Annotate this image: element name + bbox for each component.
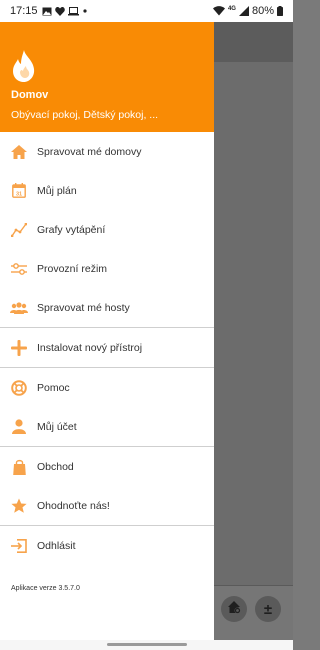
menu-item-label: Pomoc <box>37 381 70 394</box>
navigation-bar <box>0 640 293 650</box>
menu-item-label: Spravovat mé hosty <box>37 301 130 314</box>
flame-logo-icon <box>11 50 37 87</box>
app-version: Aplikace verze 3.5.7.0 <box>11 585 80 592</box>
network-type: 4G <box>227 5 236 12</box>
plus-icon <box>10 339 28 357</box>
drawer-header: Domov Obývací pokoj, Dětský pokoj, ... <box>0 22 214 132</box>
navigation-drawer: Domov Obývací pokoj, Dětský pokoj, ... S… <box>0 22 214 640</box>
menu-item-label: Ohodnoťte nás! <box>37 499 110 512</box>
signal-icon <box>238 6 249 16</box>
background-app-footer: ± <box>214 585 293 640</box>
menu-item-label: Můj účet <box>37 420 77 433</box>
menu-item-label: Odhlásit <box>37 539 76 552</box>
menu-item-label: Obchod <box>37 460 74 473</box>
home-settings-button[interactable] <box>221 596 247 622</box>
menu-item-my-account[interactable]: Můj účet <box>0 407 214 446</box>
menu-item-manage-homes[interactable]: Spravovat mé domovy <box>0 132 214 171</box>
battery-icon <box>277 6 283 16</box>
guests-icon <box>10 299 28 317</box>
house-gear-icon <box>226 599 242 619</box>
home-gesture-pill[interactable] <box>107 643 187 646</box>
menu-item-help[interactable]: Pomoc <box>0 368 214 407</box>
menu-item-heating-charts[interactable]: Grafy vytápění <box>0 210 214 249</box>
home-name: Domov <box>11 89 49 101</box>
plus-minus-button[interactable]: ± <box>255 596 281 622</box>
menu-item-label: Můj plán <box>37 184 77 197</box>
menu-item-label: Instalovat nový přístroj <box>37 341 143 354</box>
background-app[interactable]: ± <box>214 22 293 640</box>
status-time: 17:15 <box>10 5 38 17</box>
battery-percent: 80% <box>251 5 274 17</box>
menu-item-rate-us[interactable]: Ohodnoťte nás! <box>0 486 214 525</box>
plus-minus-icon: ± <box>263 600 273 618</box>
dot-icon <box>82 8 88 14</box>
menu-item-my-plan[interactable]: 31 Můj plán <box>0 171 214 210</box>
svg-text:31: 31 <box>16 192 22 198</box>
lifebuoy-icon <box>10 379 28 397</box>
background-app-header <box>214 22 293 62</box>
wifi-icon <box>212 6 225 16</box>
logout-icon <box>10 537 28 555</box>
menu-item-label: Spravovat mé domovy <box>37 145 142 158</box>
photo-icon <box>42 7 52 16</box>
sliders-icon <box>10 260 28 278</box>
shopping-bag-icon <box>10 458 28 476</box>
status-bar: 17:15 4G 80% <box>0 0 293 22</box>
drawer-menu: Spravovat mé domovy 31 Můj plán Grafy vy… <box>0 132 214 565</box>
menu-item-shop[interactable]: Obchod <box>0 447 214 486</box>
heart-icon <box>54 6 65 16</box>
home-rooms: Obývací pokoj, Dětský pokoj, ... <box>11 109 159 121</box>
home-icon <box>10 143 28 161</box>
laptop-icon <box>67 6 79 16</box>
menu-item-manage-guests[interactable]: Spravovat mé hosty <box>0 288 214 327</box>
calendar-icon: 31 <box>10 182 28 200</box>
menu-item-install-device[interactable]: Instalovat nový přístroj <box>0 328 214 367</box>
star-icon <box>10 497 28 515</box>
chart-line-icon <box>10 221 28 239</box>
menu-item-operating-mode[interactable]: Provozní režim <box>0 249 214 288</box>
menu-item-label: Provozní režim <box>37 262 108 275</box>
menu-item-logout[interactable]: Odhlásit <box>0 526 214 565</box>
user-icon <box>10 418 28 436</box>
menu-item-label: Grafy vytápění <box>37 223 106 236</box>
